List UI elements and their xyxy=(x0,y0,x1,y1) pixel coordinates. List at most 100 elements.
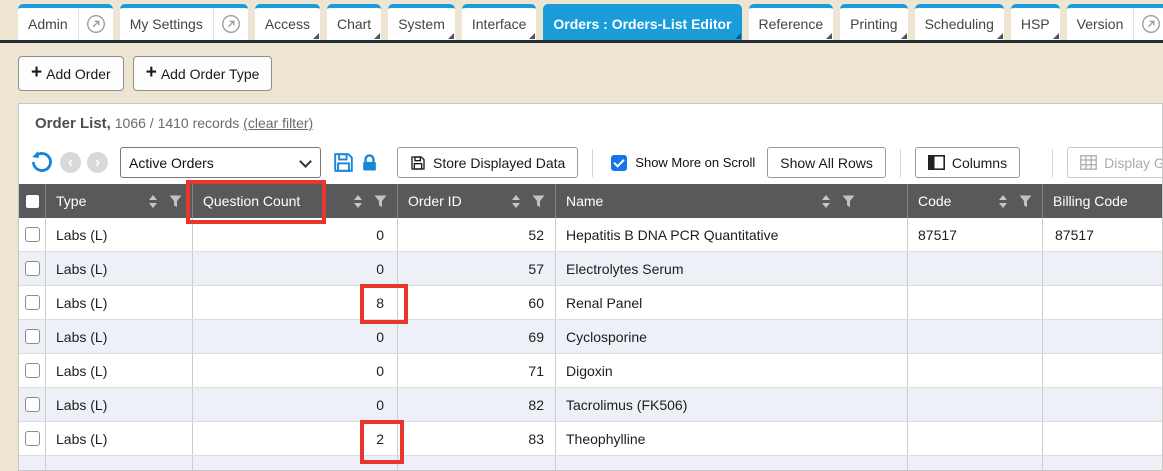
cell-name: Theophylline xyxy=(556,422,908,455)
column-label: Billing Code xyxy=(1053,193,1128,209)
save-icon[interactable] xyxy=(333,152,354,173)
cell-type: Labs (L) xyxy=(46,354,193,387)
filter-funnel-icon[interactable] xyxy=(374,195,387,208)
view-select[interactable]: Active Orders xyxy=(120,147,321,178)
cell-question-count: 0 xyxy=(193,218,398,251)
cell-type: Labs (L) xyxy=(46,252,193,285)
view-select-wrap: Active Orders xyxy=(120,147,321,178)
filter-funnel-icon[interactable] xyxy=(532,195,545,208)
cell-billing-code xyxy=(1043,456,1162,471)
chevron-left-circle-icon[interactable]: ‹ xyxy=(60,152,81,173)
row-checkbox[interactable] xyxy=(25,227,40,242)
cell-question-count xyxy=(193,456,398,471)
select-all-checkbox[interactable] xyxy=(26,195,39,208)
nav-tab[interactable]: Scheduling xyxy=(915,4,1004,40)
column-header[interactable]: Type xyxy=(46,184,193,218)
cell-order-id: 69 xyxy=(398,320,556,353)
cell-question-count: 8 xyxy=(193,286,398,319)
nav-tab[interactable]: Orders : Orders-List Editor xyxy=(543,4,741,40)
clear-filter-link[interactable]: (clear filter) xyxy=(243,115,313,131)
table-header-row: Type Question Count Order ID Name Code xyxy=(19,184,1162,218)
show-all-rows-button[interactable]: Show All Rows xyxy=(767,147,886,178)
popout-icon[interactable] xyxy=(78,8,113,40)
show-more-checkbox[interactable] xyxy=(611,155,627,171)
columns-icon xyxy=(928,155,945,170)
save-icon xyxy=(410,155,426,171)
column-header[interactable]: Name xyxy=(556,184,908,218)
tab-label: Orders : Orders-List Editor xyxy=(543,8,741,40)
cell-question-count: 0 xyxy=(193,354,398,387)
nav-tab[interactable]: Admin xyxy=(18,4,113,40)
row-checkbox[interactable] xyxy=(25,329,40,344)
display-grid-label: Display G xyxy=(1104,155,1162,171)
filter-funnel-icon[interactable] xyxy=(169,195,182,208)
row-checkbox-cell xyxy=(19,354,46,387)
row-checkbox-cell xyxy=(19,320,46,353)
refresh-icon[interactable] xyxy=(29,150,54,175)
cell-type: Labs (L) xyxy=(46,388,193,421)
table-row: Labs (L) 0 82 Tacrolimus (FK506) xyxy=(19,388,1162,422)
divider xyxy=(592,149,593,177)
cell-name: Digoxin xyxy=(556,354,908,387)
sort-icon[interactable] xyxy=(149,195,157,208)
cell-order-id: 60 xyxy=(398,286,556,319)
tab-label: Chart xyxy=(327,8,381,40)
popout-icon[interactable] xyxy=(213,8,248,40)
divider xyxy=(900,149,901,177)
cell-billing-code xyxy=(1043,286,1162,319)
table-row: Labs (L) 0 69 Cyclosporine xyxy=(19,320,1162,354)
column-header[interactable]: Order ID xyxy=(398,184,556,218)
nav-tab[interactable]: My Settings xyxy=(120,4,248,40)
cell-order-id: 82 xyxy=(398,388,556,421)
table-row: Labs (L) 0 52 Hepatitis B DNA PCR Quanti… xyxy=(19,218,1162,252)
order-list-panel: Order List, 1066 / 1410 records (clear f… xyxy=(18,103,1163,471)
row-checkbox[interactable] xyxy=(25,431,40,446)
nav-tab[interactable]: System xyxy=(388,4,455,40)
column-header[interactable]: Code xyxy=(908,184,1043,218)
row-checkbox-cell xyxy=(19,252,46,285)
filter-funnel-icon[interactable] xyxy=(1019,195,1032,208)
cell-name: Renal Panel xyxy=(556,286,908,319)
cell-billing-code xyxy=(1043,320,1162,353)
nav-tab[interactable]: Printing xyxy=(840,4,907,40)
cell-question-count: 0 xyxy=(193,388,398,421)
nav-tab[interactable]: Interface xyxy=(462,4,536,40)
store-displayed-data-button[interactable]: Store Displayed Data xyxy=(397,147,578,178)
row-checkbox[interactable] xyxy=(25,261,40,276)
cell-order-id xyxy=(398,456,556,471)
column-header[interactable]: Question Count xyxy=(193,184,398,218)
lock-icon[interactable] xyxy=(360,153,379,173)
sort-icon[interactable] xyxy=(822,195,830,208)
nav-tab[interactable]: Chart xyxy=(327,4,381,40)
row-checkbox[interactable] xyxy=(25,397,40,412)
column-label: Question Count xyxy=(203,193,300,209)
tab-dropdown-indicator xyxy=(735,33,741,39)
nav-tab[interactable]: Reference xyxy=(749,4,834,40)
popout-icon[interactable] xyxy=(1133,8,1163,40)
column-header[interactable]: Billing Code xyxy=(1043,184,1162,218)
nav-tab[interactable]: Access xyxy=(255,4,320,40)
row-checkbox-cell xyxy=(19,456,46,471)
sort-icon[interactable] xyxy=(512,195,520,208)
cell-question-count: 0 xyxy=(193,252,398,285)
sort-icon[interactable] xyxy=(999,195,1007,208)
add-order-type-button[interactable]: +Add Order Type xyxy=(133,56,273,91)
add-order-type-label: Add Order Type xyxy=(161,66,260,82)
header-checkbox-cell xyxy=(19,184,46,218)
add-order-label: Add Order xyxy=(46,66,111,82)
sort-icon[interactable] xyxy=(354,195,362,208)
row-checkbox[interactable] xyxy=(25,295,40,310)
columns-button[interactable]: Columns xyxy=(915,147,1020,178)
tab-dropdown-indicator xyxy=(313,33,319,39)
nav-tab[interactable]: Version xyxy=(1067,4,1163,40)
cell-billing-code xyxy=(1043,422,1162,455)
nav-tab[interactable]: HSP xyxy=(1011,4,1060,40)
filter-funnel-icon[interactable] xyxy=(842,195,855,208)
column-label: Order ID xyxy=(408,193,462,209)
add-order-button[interactable]: +Add Order xyxy=(18,56,124,91)
chevron-right-circle-icon[interactable]: › xyxy=(87,152,108,173)
tab-dropdown-indicator xyxy=(901,33,907,39)
partial-row xyxy=(19,456,1162,471)
row-checkbox[interactable] xyxy=(25,363,40,378)
tab-dropdown-indicator xyxy=(448,33,454,39)
